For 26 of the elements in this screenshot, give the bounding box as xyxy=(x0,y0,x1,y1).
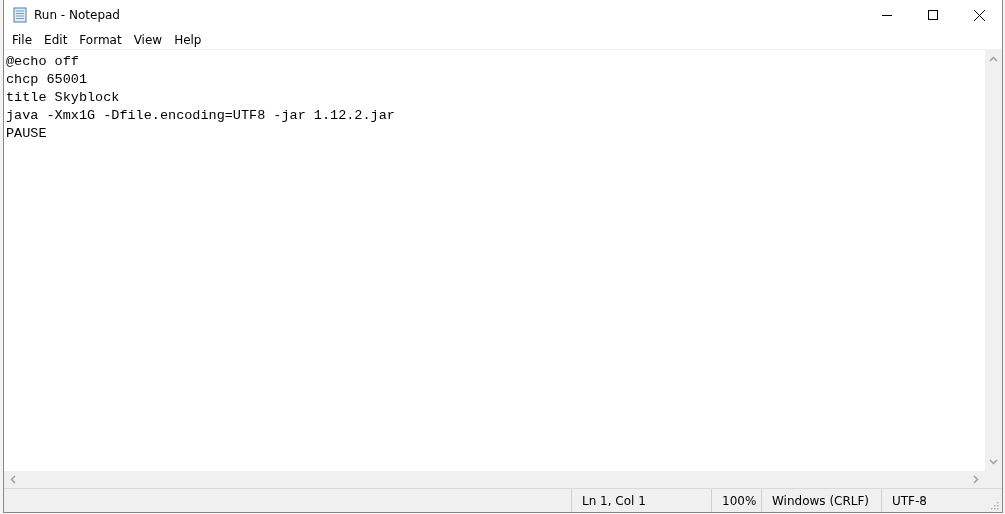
zoom-level: 100% xyxy=(722,493,757,508)
menu-item[interactable]: Help xyxy=(168,30,208,49)
code-line: chcp 65001 xyxy=(6,71,88,89)
horizontal-scrollbar[interactable] xyxy=(4,471,985,488)
menu-item[interactable]: File xyxy=(6,30,39,49)
text-editor[interactable]: @echo off chcp 65001 title Skyblock java -Xmx1G -Dfile.encoding=UTF8 -jar 1.12.2.jar PAUSE xyxy=(4,50,985,471)
scroll-up-icon[interactable] xyxy=(989,56,998,62)
resize-grip-icon[interactable] xyxy=(989,500,999,510)
maximize-icon xyxy=(928,10,938,20)
encoding: UTF-8 xyxy=(892,493,927,508)
code-line: java -Xmx1G -Dfile.encoding=UTF8 -jar 1.12.2.jar xyxy=(6,107,396,125)
vertical-scrollbar[interactable] xyxy=(985,50,1002,471)
code-line: title Skyblock xyxy=(6,89,121,107)
menu-item[interactable]: Format xyxy=(73,30,128,49)
menu-item[interactable]: View xyxy=(127,30,169,49)
menu-item[interactable]: Edit xyxy=(38,30,74,49)
code-line: @echo off xyxy=(6,53,80,71)
scroll-right-icon[interactable] xyxy=(973,475,979,484)
scroll-left-icon[interactable] xyxy=(10,475,16,484)
cursor-position: Ln 1, Col 1 xyxy=(582,493,646,508)
window-title: Run - Notepad xyxy=(34,8,120,22)
code-line: PAUSE xyxy=(6,125,48,143)
line-ending: Windows (CRLF) xyxy=(772,493,870,508)
scroll-down-icon[interactable] xyxy=(989,459,998,465)
close-icon xyxy=(973,9,985,21)
notepad-icon xyxy=(12,7,28,23)
